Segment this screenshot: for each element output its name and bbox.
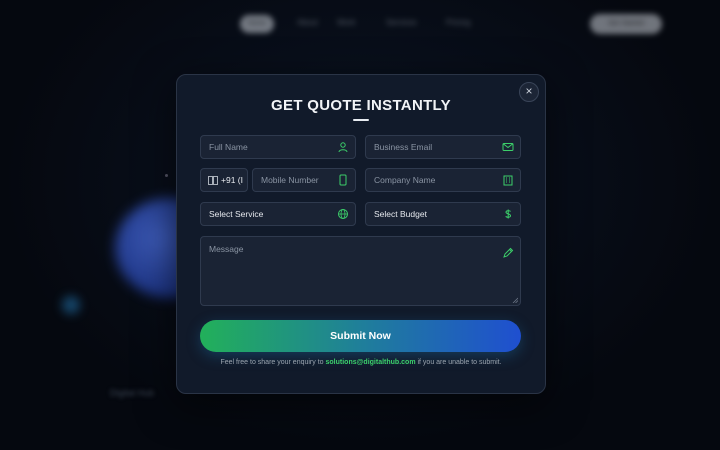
dollar-icon <box>505 209 512 219</box>
country-code-select[interactable]: +91 (I <box>200 168 248 192</box>
business-email-placeholder: Business Email <box>374 142 433 152</box>
select-budget-value: Select Budget <box>374 209 427 219</box>
title-underline <box>353 119 369 121</box>
message-textarea[interactable]: Message <box>200 236 521 306</box>
mobile-number-input[interactable]: Mobile Number <box>252 168 356 192</box>
background-footer-text: Digital Hub <box>110 388 155 398</box>
globe-icon <box>338 209 348 219</box>
nav-cta-button[interactable]: Get Started <box>590 14 662 34</box>
nav-item-about[interactable]: About <box>297 18 318 27</box>
company-name-input[interactable]: Company Name <box>365 168 521 192</box>
background-orb-small <box>62 296 80 314</box>
company-name-placeholder: Company Name <box>374 175 436 185</box>
select-service-dropdown[interactable]: Select Service <box>200 202 356 226</box>
phone-icon <box>339 174 347 186</box>
full-name-input[interactable]: Full Name <box>200 135 356 159</box>
mail-icon <box>502 143 514 151</box>
user-icon <box>338 142 348 153</box>
submit-button[interactable]: Submit Now <box>200 320 521 352</box>
nav-item-pricing[interactable]: Pricing <box>446 18 470 27</box>
background-navbar: Home About Work Services Pricing Get Sta… <box>0 0 720 48</box>
nav-item-services[interactable]: Services <box>386 18 417 27</box>
flag-icon <box>208 176 218 185</box>
business-email-input[interactable]: Business Email <box>365 135 521 159</box>
footnote-email-link[interactable]: solutions@digitalthub.com <box>326 359 416 366</box>
nav-item-home[interactable]: Home <box>240 15 274 33</box>
background-dot <box>165 174 168 177</box>
close-icon: × <box>525 84 533 98</box>
country-code-value: +91 (I <box>221 175 243 185</box>
footnote-suffix: if you are unable to submit. <box>415 359 502 366</box>
footnote-prefix: Feel free to share your enquiry to <box>220 359 326 366</box>
full-name-placeholder: Full Name <box>209 142 248 152</box>
mobile-number-placeholder: Mobile Number <box>261 175 319 185</box>
nav-item-work[interactable]: Work <box>337 18 356 27</box>
message-placeholder: Message <box>209 244 244 254</box>
select-service-value: Select Service <box>209 209 264 219</box>
building-icon <box>503 175 513 186</box>
select-budget-dropdown[interactable]: Select Budget <box>365 202 521 226</box>
resize-handle[interactable] <box>512 297 518 303</box>
footnote: Feel free to share your enquiry to solut… <box>177 359 545 366</box>
modal-title: GET QUOTE INSTANTLY <box>271 97 451 114</box>
quote-modal: × GET QUOTE INSTANTLY Full Name Business… <box>176 74 546 394</box>
pen-icon <box>503 247 514 258</box>
